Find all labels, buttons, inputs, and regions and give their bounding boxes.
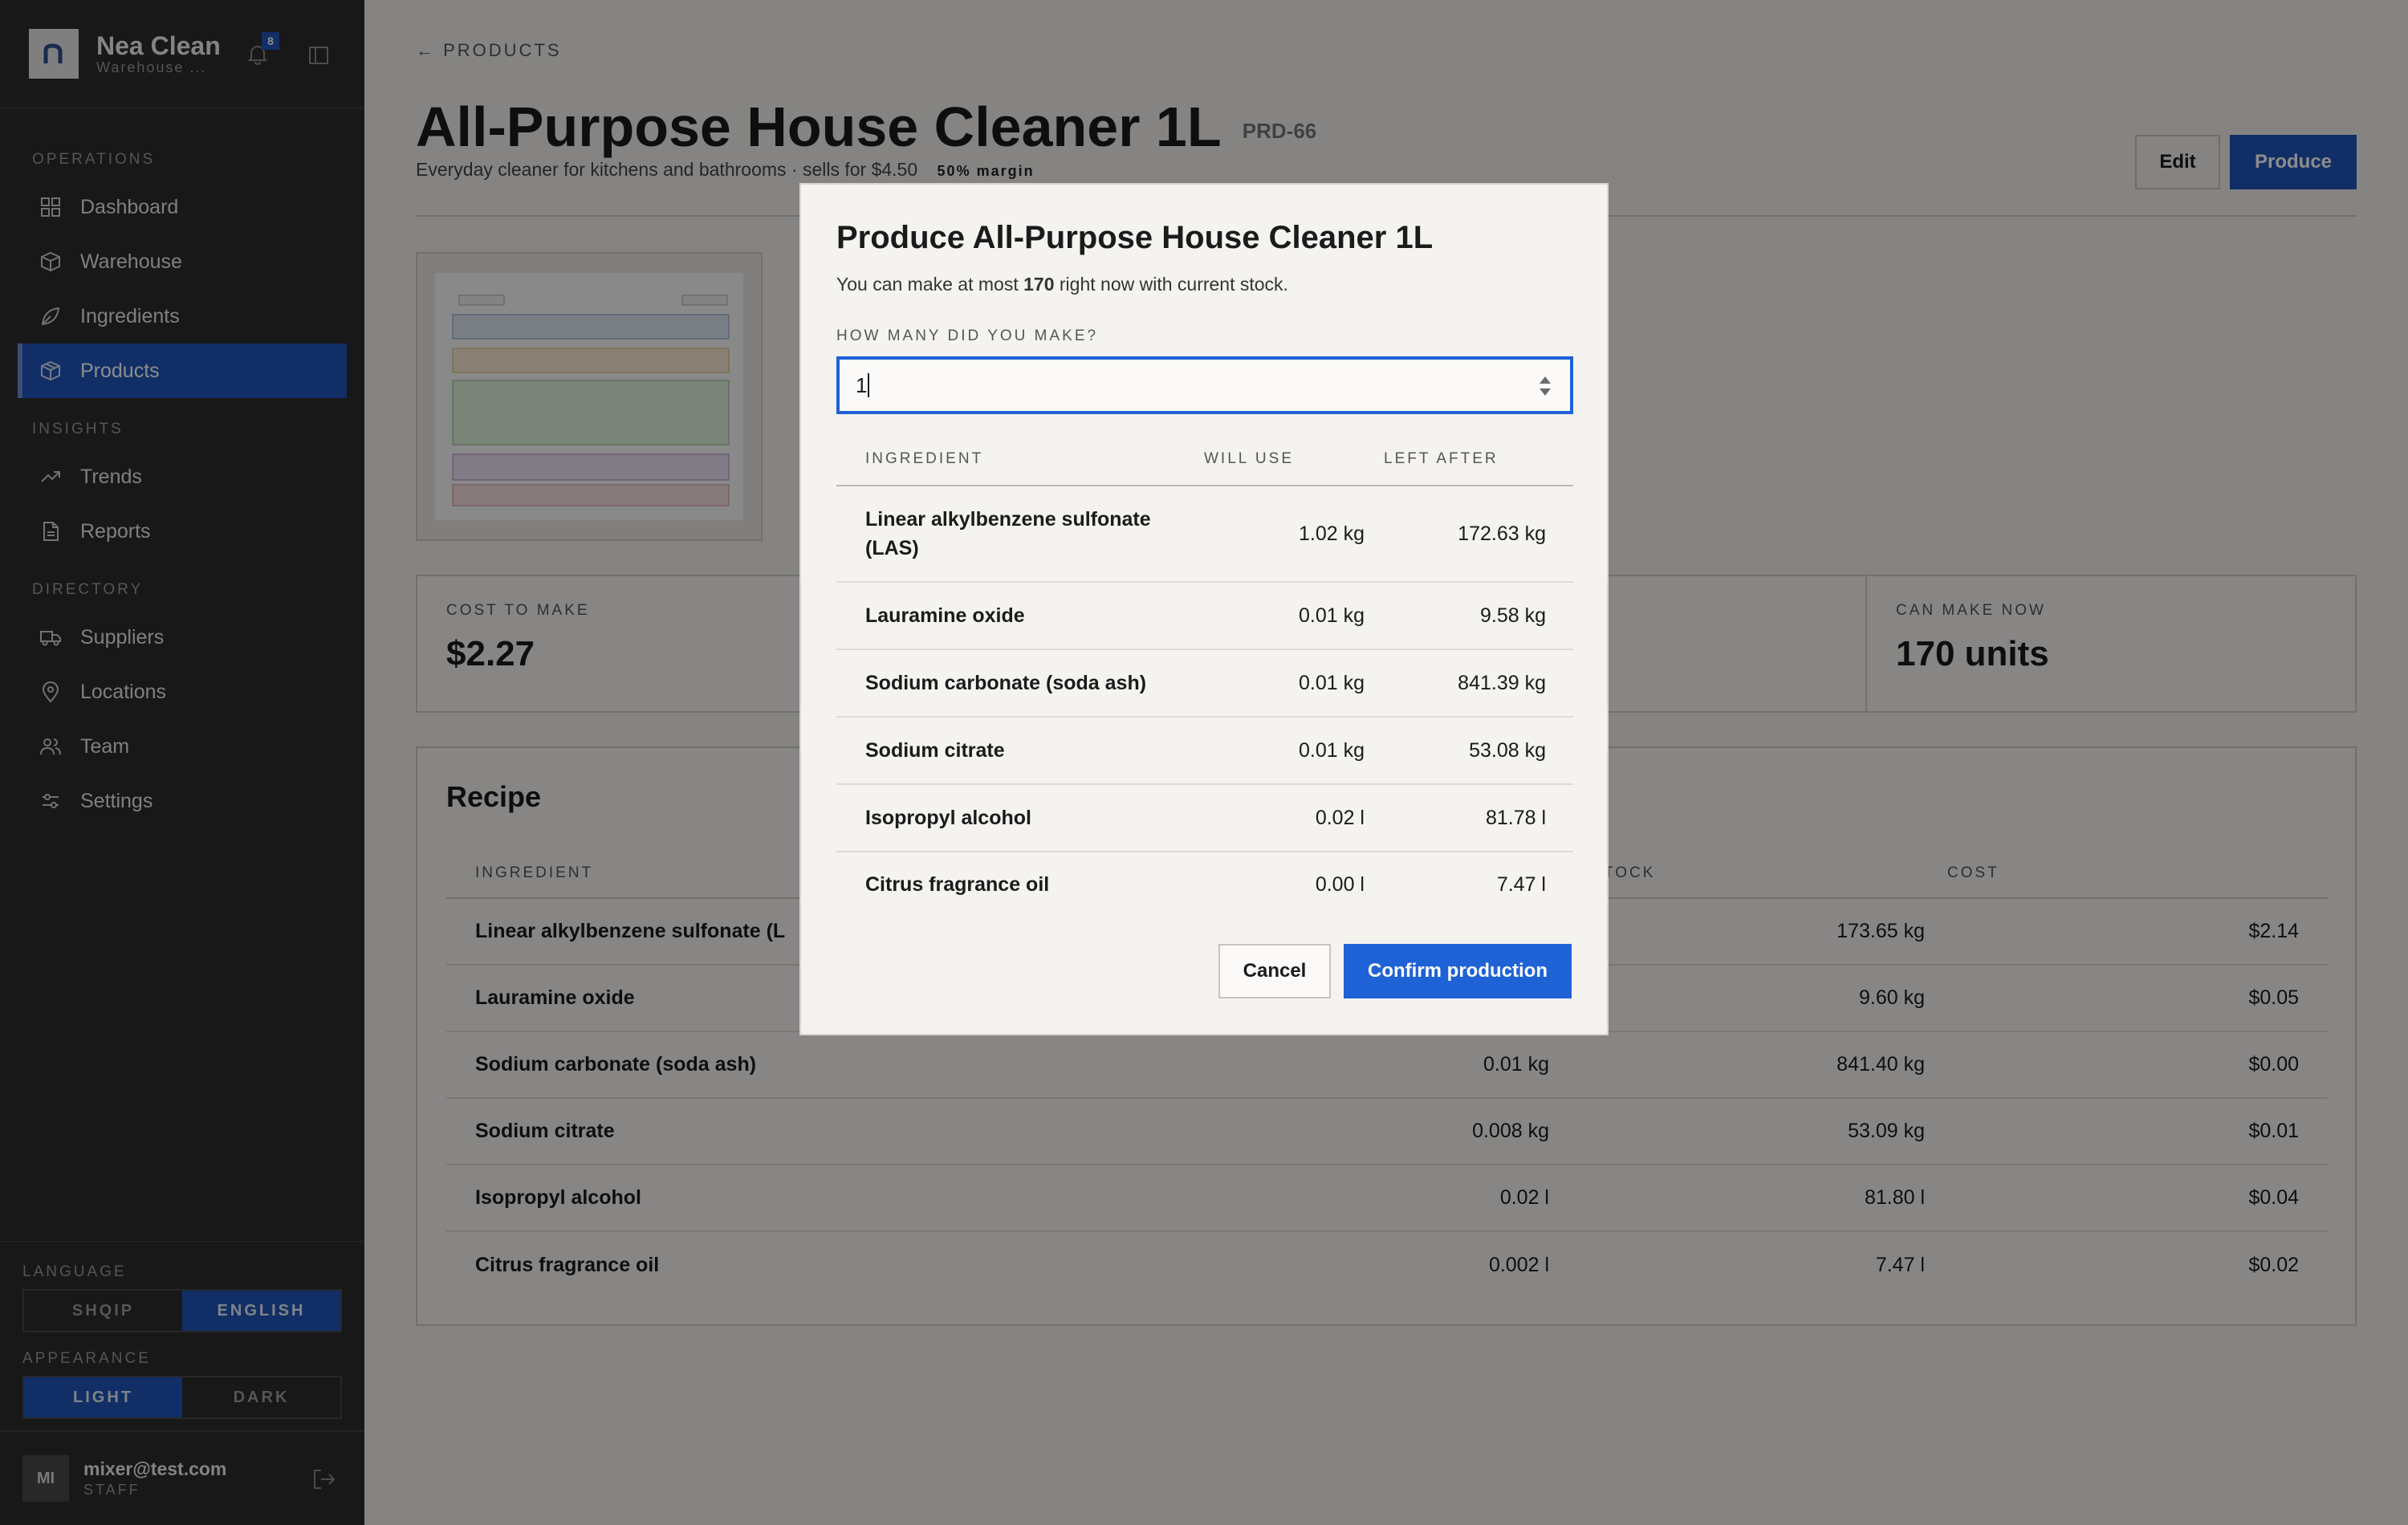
ingredient-will-use: 1.02 kg <box>1298 522 1365 545</box>
ingredient-left-after: 7.47 l <box>1496 872 1546 896</box>
text-cursor <box>868 373 870 397</box>
subtitle-suffix: right now with current stock. <box>1054 274 1288 295</box>
ingredient-will-use: 0.01 kg <box>1298 604 1365 627</box>
dialog-title: Produce All-Purpose House Cleaner 1L <box>836 220 1434 255</box>
quantity-input[interactable]: 1 <box>836 356 1573 414</box>
ingredient-usage-table: INGREDIENT WILL USE LEFT AFTER Linear al… <box>836 433 1573 917</box>
dialog-actions: Cancel Confirm production <box>1218 944 1572 998</box>
ingredient-left-after: 841.39 kg <box>1458 671 1546 694</box>
subtitle-prefix: You can make at most <box>836 274 1024 295</box>
confirm-production-button[interactable]: Confirm production <box>1344 944 1572 998</box>
quantity-value: 1 <box>856 372 868 397</box>
ingredient-name: Linear alkylbenzene sulfonate (LAS) <box>865 508 1151 559</box>
number-stepper-icon[interactable] <box>1538 374 1552 398</box>
produce-dialog: Produce All-Purpose House Cleaner 1L You… <box>799 183 1609 1035</box>
column-header-ingredient: INGREDIENT <box>865 450 984 467</box>
column-header-will-use: WILL USE <box>1204 450 1294 467</box>
table-row: Linear alkylbenzene sulfonate (LAS) 1.02… <box>836 486 1573 583</box>
table-row: Sodium citrate 0.01 kg 53.08 kg <box>836 718 1573 785</box>
table-header: INGREDIENT WILL USE LEFT AFTER <box>836 433 1573 486</box>
ingredient-name: Lauramine oxide <box>865 604 1025 627</box>
ingredient-left-after: 53.08 kg <box>1469 738 1546 762</box>
ingredient-will-use: 0.02 l <box>1315 806 1365 829</box>
ingredient-name: Citrus fragrance oil <box>865 873 1050 896</box>
cancel-button[interactable]: Cancel <box>1218 944 1331 998</box>
ingredient-left-after: 172.63 kg <box>1458 522 1546 545</box>
max-producible-count: 170 <box>1023 274 1055 295</box>
ingredient-left-after: 81.78 l <box>1485 806 1546 829</box>
ingredient-name: Isopropyl alcohol <box>865 807 1031 829</box>
column-header-left-after: LEFT AFTER <box>1384 450 1499 467</box>
ingredient-will-use: 0.01 kg <box>1298 738 1365 762</box>
table-row: Lauramine oxide 0.01 kg 9.58 kg <box>836 583 1573 650</box>
ingredient-will-use: 0.01 kg <box>1298 671 1365 694</box>
ingredient-left-after: 9.58 kg <box>1479 604 1546 627</box>
table-row: Citrus fragrance oil 0.00 l 7.47 l <box>836 852 1573 917</box>
ingredient-name: Sodium carbonate (soda ash) <box>865 672 1147 694</box>
quantity-label: HOW MANY DID YOU MAKE? <box>836 327 1099 344</box>
dialog-subtitle: You can make at most 170 right now with … <box>836 274 1572 295</box>
table-row: Sodium carbonate (soda ash) 0.01 kg 841.… <box>836 650 1573 718</box>
ingredient-name: Sodium citrate <box>865 739 1005 762</box>
ingredient-will-use: 0.00 l <box>1315 872 1365 896</box>
table-row: Isopropyl alcohol 0.02 l 81.78 l <box>836 785 1573 852</box>
